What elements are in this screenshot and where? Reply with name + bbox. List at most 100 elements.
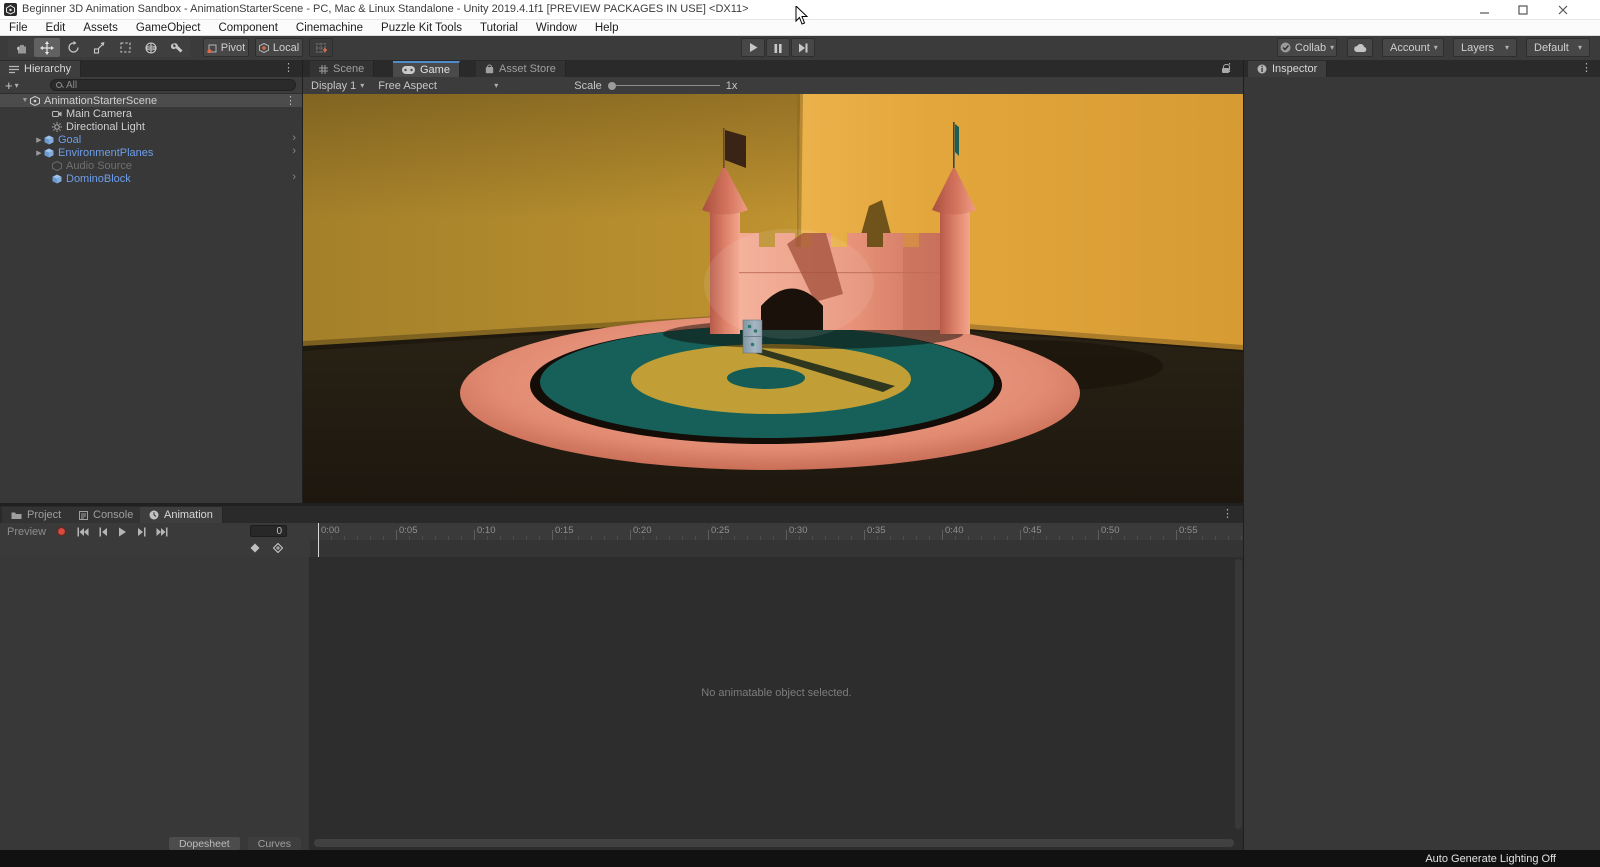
hierarchy-row-goal[interactable]: ▶ Goal › xyxy=(0,133,302,146)
pivot-toggle[interactable]: Pivot xyxy=(203,38,249,57)
menu-cinemachine[interactable]: Cinemachine xyxy=(287,22,372,34)
camera-icon xyxy=(52,109,62,119)
hierarchy-row-audio-source[interactable]: Audio Source xyxy=(0,159,302,172)
tab-project[interactable]: Project xyxy=(2,507,71,523)
menu-window[interactable]: Window xyxy=(527,22,586,34)
expand-icon[interactable]: ▶ xyxy=(34,136,44,144)
next-key-button[interactable] xyxy=(132,524,151,539)
inspector-kebab-icon[interactable]: ⋮ xyxy=(1581,63,1592,73)
menu-help[interactable]: Help xyxy=(586,22,628,34)
display-dropdown[interactable]: Display 1▾ xyxy=(303,80,372,92)
create-button[interactable]: +▾ xyxy=(5,78,19,93)
menu-file[interactable]: File xyxy=(0,22,37,34)
collab-dropdown[interactable]: Collab▾ xyxy=(1277,38,1337,57)
grid-snap-icon xyxy=(315,42,327,54)
menu-gameobject[interactable]: GameObject xyxy=(127,22,210,34)
prefab-chevron-icon[interactable]: › xyxy=(292,171,296,183)
add-event-button[interactable] xyxy=(273,543,283,553)
aspect-label: Free Aspect xyxy=(378,80,437,92)
timeline-ruler[interactable]: 0:00 0:05 0:10 0:15 0:20 0:25 0:30 0:35 … xyxy=(310,523,1243,541)
animation-toolbar: Preview 0 xyxy=(0,523,310,541)
prefab-cube-icon xyxy=(52,174,62,184)
layers-dropdown[interactable]: Layers▾ xyxy=(1453,38,1517,57)
foldout-icon[interactable]: ▼ xyxy=(20,97,30,104)
tab-animation[interactable]: Animation xyxy=(140,507,223,523)
close-button[interactable] xyxy=(1548,2,1578,17)
menu-tutorial[interactable]: Tutorial xyxy=(471,22,527,34)
prev-key-button[interactable] xyxy=(94,524,113,539)
record-button[interactable] xyxy=(51,524,72,539)
step-button[interactable] xyxy=(791,38,815,57)
tab-game[interactable]: Game xyxy=(393,61,460,77)
scale-tool-button[interactable] xyxy=(86,38,112,57)
dopesheet-button[interactable]: Dopesheet xyxy=(169,837,240,850)
minimize-button[interactable] xyxy=(1470,2,1500,17)
curves-button[interactable]: Curves xyxy=(248,837,301,850)
account-label: Account xyxy=(1390,42,1430,54)
hand-tool-button[interactable] xyxy=(8,38,34,57)
last-key-button[interactable] xyxy=(151,524,173,539)
horizontal-scrollbar[interactable] xyxy=(314,839,1234,847)
tab-console[interactable]: Console xyxy=(70,507,143,523)
tab-hierarchy[interactable]: Hierarchy xyxy=(0,61,81,77)
add-keyframe-icon xyxy=(250,543,260,553)
local-toggle[interactable]: Local xyxy=(255,38,303,57)
add-keyframe-button[interactable] xyxy=(250,543,260,553)
prefab-chevron-icon[interactable]: › xyxy=(292,145,296,157)
game-viewport[interactable] xyxy=(303,94,1243,503)
scene-kebab-icon[interactable]: ⋮ xyxy=(285,96,296,106)
dopesheet-header[interactable] xyxy=(310,540,1243,558)
account-dropdown[interactable]: Account▾ xyxy=(1382,38,1444,57)
anim-play-button[interactable] xyxy=(113,524,132,539)
preview-toggle[interactable]: Preview xyxy=(2,524,51,539)
tab-asset-store[interactable]: Asset Store xyxy=(476,61,566,77)
play-icon xyxy=(748,42,759,53)
bottom-kebab-icon[interactable]: ⋮ xyxy=(1222,509,1233,519)
pause-button[interactable] xyxy=(766,38,790,57)
hierarchy-row-environmentplanes[interactable]: ▶ EnvironmentPlanes › xyxy=(0,146,302,159)
menu-edit[interactable]: Edit xyxy=(37,22,75,34)
cloud-button[interactable] xyxy=(1347,38,1373,57)
prefab-chevron-icon[interactable]: › xyxy=(292,132,296,144)
grid-snap-button[interactable] xyxy=(309,38,333,57)
menu-puzzle-kit-tools[interactable]: Puzzle Kit Tools xyxy=(372,22,471,34)
menu-assets[interactable]: Assets xyxy=(74,22,127,34)
transform-tool-button[interactable] xyxy=(138,38,164,57)
custom-tool-button[interactable] xyxy=(164,38,190,57)
hierarchy-row-directional-light[interactable]: Directional Light xyxy=(0,120,302,133)
scale-slider-handle[interactable] xyxy=(608,82,616,90)
maximize-button[interactable] xyxy=(1508,2,1538,17)
transform-icon xyxy=(144,41,158,55)
ruler-label: 0:45 xyxy=(1023,525,1042,536)
aspect-dropdown[interactable]: Free Aspect▾ xyxy=(372,80,504,92)
tab-scene[interactable]: Scene xyxy=(310,61,374,77)
scale-control: Scale 1x xyxy=(574,80,737,92)
frame-number-field[interactable]: 0 xyxy=(250,525,287,537)
lock-icon[interactable] xyxy=(1222,64,1230,73)
playhead[interactable] xyxy=(318,523,319,557)
vertical-scrollbar[interactable] xyxy=(1235,559,1242,829)
rect-tool-button[interactable] xyxy=(112,38,138,57)
clock-icon xyxy=(149,510,159,520)
move-tool-button[interactable] xyxy=(34,38,60,57)
hierarchy-toolbar: +▾ All xyxy=(0,77,302,94)
scene-icon xyxy=(30,96,40,106)
rotate-tool-button[interactable] xyxy=(60,38,86,57)
search-input[interactable]: All xyxy=(50,79,296,91)
layout-dropdown[interactable]: Default▾ xyxy=(1526,38,1590,57)
first-key-button[interactable] xyxy=(72,524,94,539)
play-button[interactable] xyxy=(741,38,765,57)
tab-inspector[interactable]: Inspector xyxy=(1248,61,1327,77)
menu-component[interactable]: Component xyxy=(209,22,286,34)
scale-slider[interactable] xyxy=(608,81,720,91)
hierarchy-kebab-icon[interactable]: ⋮ xyxy=(283,63,294,73)
hierarchy-row-main-camera[interactable]: Main Camera xyxy=(0,107,302,120)
expand-icon[interactable]: ▶ xyxy=(34,149,44,157)
hierarchy-row-scene[interactable]: ▼ AnimationStarterScene ⋮ xyxy=(0,94,302,107)
hierarchy-row-dominoblock[interactable]: DominoBlock › xyxy=(0,172,302,185)
game-control-bar: Display 1▾ Free Aspect▾ Scale 1x Maximiz… xyxy=(303,77,1243,95)
audio-source-icon xyxy=(52,161,62,171)
item-label: Directional Light xyxy=(66,121,145,133)
layout-label: Default xyxy=(1534,42,1569,54)
console-tab-label: Console xyxy=(93,509,133,521)
